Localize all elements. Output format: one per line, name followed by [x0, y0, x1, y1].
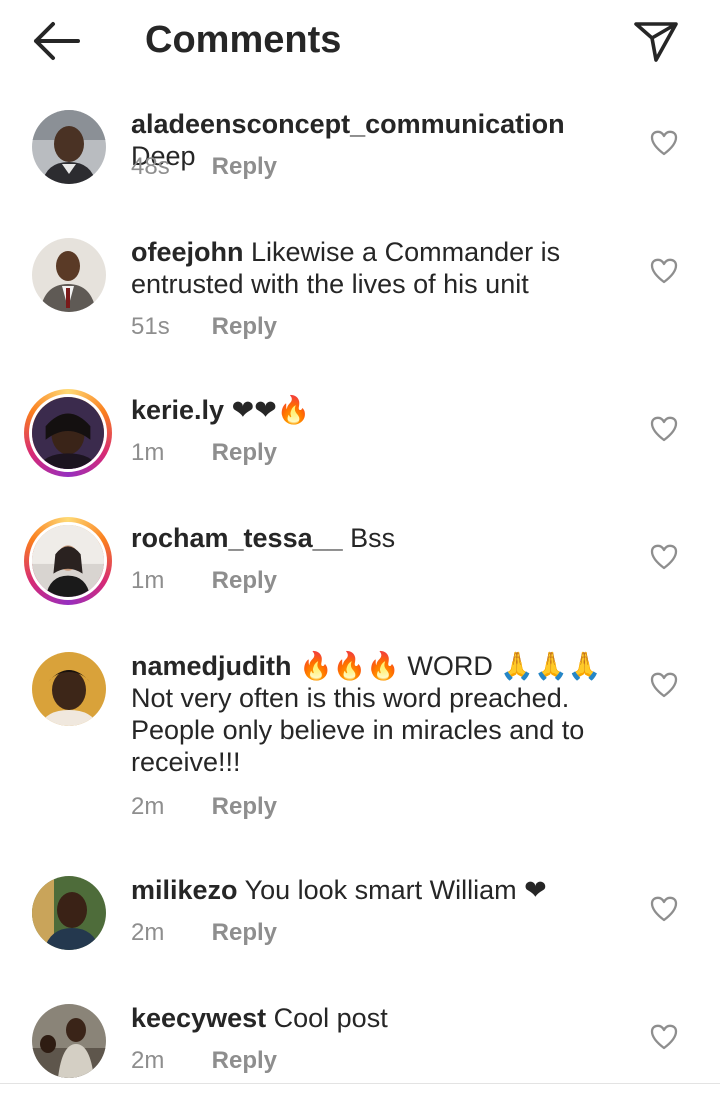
avatar[interactable]	[32, 652, 106, 726]
avatar[interactable]	[32, 876, 106, 950]
comment-item: milikezo You look smart William ❤ 2m Rep…	[0, 866, 720, 976]
comment-meta: 2m Reply	[131, 918, 277, 948]
comment-time: 2m	[131, 1047, 165, 1074]
comment-item: keecywest Cool post 2m Reply	[0, 994, 720, 1082]
comment-time: 48s	[131, 153, 170, 180]
comment-username[interactable]: namedjudith	[131, 651, 292, 681]
comment-body: You look smart William ❤	[244, 875, 547, 905]
avatar[interactable]	[32, 110, 106, 184]
comment-time: 51s	[131, 313, 170, 340]
comment-text: keecywest Cool post	[131, 1002, 631, 1034]
comment-item: ofeejohn Likewise a Commander is entrust…	[0, 228, 720, 358]
comment-time: 2m	[131, 793, 165, 820]
heart-icon[interactable]	[650, 896, 678, 922]
comment-body: ❤❤🔥	[231, 395, 311, 425]
reply-button[interactable]: Reply	[212, 153, 277, 180]
reply-button[interactable]: Reply	[212, 439, 277, 466]
comment-username[interactable]: ofeejohn	[131, 237, 244, 267]
comment-meta: 1m Reply	[131, 566, 277, 596]
avatar-story-ring[interactable]	[24, 517, 112, 605]
paper-plane-icon	[634, 22, 678, 62]
avatar[interactable]	[32, 238, 106, 312]
comment-meta: 2m Reply	[131, 792, 277, 822]
top-bar: Comments	[0, 0, 720, 84]
reply-button[interactable]: Reply	[212, 919, 277, 946]
reply-button[interactable]: Reply	[212, 793, 277, 820]
heart-icon[interactable]	[650, 258, 678, 284]
heart-icon[interactable]	[650, 416, 678, 442]
heart-icon[interactable]	[650, 672, 678, 698]
back-button[interactable]	[28, 18, 84, 64]
comment-time: 1m	[131, 567, 165, 594]
reply-button[interactable]: Reply	[212, 313, 277, 340]
comment-item: aladeensconcept_communication Deep 48s R…	[0, 100, 720, 210]
comment-text: namedjudith 🔥🔥🔥 WORD 🙏🙏🙏 Not very often …	[131, 650, 631, 778]
comment-time: 1m	[131, 439, 165, 466]
share-button[interactable]	[630, 16, 682, 64]
comment-item: rocham_tessa__ Bss 1m Reply	[0, 514, 720, 624]
comment-username[interactable]: keecywest	[131, 1003, 266, 1033]
comment-meta: 1m Reply	[131, 438, 277, 468]
comment-username[interactable]: rocham_tessa__	[131, 523, 343, 553]
comment-text: kerie.ly ❤❤🔥	[131, 394, 631, 426]
comment-username[interactable]: milikezo	[131, 875, 238, 905]
comment-item: namedjudith 🔥🔥🔥 WORD 🙏🙏🙏 Not very often …	[0, 642, 720, 842]
divider	[0, 1083, 720, 1084]
comment-text: milikezo You look smart William ❤	[131, 874, 631, 906]
heart-icon[interactable]	[650, 1024, 678, 1050]
comment-username[interactable]: aladeensconcept_communication	[131, 109, 565, 139]
page-title: Comments	[145, 19, 342, 61]
reply-button[interactable]: Reply	[212, 1047, 277, 1074]
comment-body: Cool post	[273, 1003, 388, 1033]
comment-text: rocham_tessa__ Bss	[131, 522, 631, 554]
avatar	[29, 394, 107, 472]
comment-item: kerie.ly ❤❤🔥 1m Reply	[0, 386, 720, 496]
heart-icon[interactable]	[650, 544, 678, 570]
reply-button[interactable]: Reply	[212, 567, 277, 594]
comment-meta: 48s Reply	[131, 152, 277, 182]
avatar-story-ring[interactable]	[24, 389, 112, 477]
comment-meta: 51s Reply	[131, 312, 277, 342]
avatar[interactable]	[32, 1004, 106, 1078]
arrow-left-icon	[34, 22, 80, 60]
comment-time: 2m	[131, 919, 165, 946]
comment-username[interactable]: kerie.ly	[131, 395, 224, 425]
avatar	[29, 522, 107, 600]
heart-icon[interactable]	[650, 130, 678, 156]
comment-body: Bss	[350, 523, 396, 553]
comment-meta: 2m Reply	[131, 1046, 277, 1076]
comment-text: ofeejohn Likewise a Commander is entrust…	[131, 236, 631, 300]
